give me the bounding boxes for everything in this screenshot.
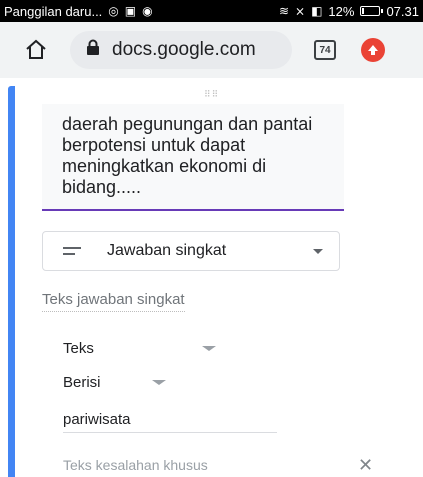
- data-icon: ◧: [311, 4, 323, 18]
- validation-condition-dropdown[interactable]: Berisi: [63, 374, 166, 391]
- battery-percent: 12%: [328, 3, 355, 19]
- tab-switcher-button[interactable]: 74: [314, 40, 336, 60]
- validation-type-dropdown[interactable]: Teks: [63, 340, 216, 357]
- chevron-down-icon: [202, 346, 216, 351]
- question-type-label: Jawaban singkat: [107, 242, 227, 259]
- address-bar[interactable]: docs.google.com: [70, 31, 292, 69]
- clock: 07.31: [386, 3, 419, 19]
- close-icon[interactable]: ✕: [358, 456, 373, 474]
- record-icon: ◉: [142, 4, 153, 18]
- home-icon[interactable]: [22, 36, 50, 64]
- form-editor: ⠿⠿ daerah pegunungan dan pantai berpoten…: [0, 78, 423, 477]
- question-title-input[interactable]: daerah pegunungan dan pantai berpotensi …: [42, 104, 344, 211]
- active-question-accent: [8, 86, 15, 477]
- url-text: docs.google.com: [112, 39, 256, 60]
- browser-toolbar: docs.google.com 74: [0, 22, 423, 78]
- chevron-down-icon: [313, 248, 323, 254]
- wifi-icon: ≋: [278, 4, 290, 18]
- question-type-dropdown[interactable]: Jawaban singkat: [42, 231, 340, 271]
- custom-error-input[interactable]: Teks kesalahan khusus: [63, 457, 333, 477]
- gallery-icon: ▣: [124, 4, 137, 18]
- lock-icon: [86, 39, 100, 61]
- no-signal-icon: ⨯: [295, 4, 306, 18]
- battery-icon: [360, 6, 384, 16]
- short-answer-icon: [63, 247, 81, 255]
- notification-text: Panggilan daru...: [4, 3, 103, 19]
- short-answer-placeholder: Teks jawaban singkat: [42, 291, 185, 312]
- red-extension-icon[interactable]: [361, 38, 385, 62]
- drag-handle-icon[interactable]: ⠿⠿: [204, 89, 219, 100]
- chevron-down-icon: [152, 380, 166, 385]
- validation-type-label: Teks: [63, 340, 94, 357]
- whatsapp-icon: ◎: [108, 4, 119, 18]
- validation-value-input[interactable]: pariwisata: [63, 411, 277, 433]
- status-bar: Panggilan daru... ◎ ▣ ◉ ≋ ⨯ ◧ 12% 07.31: [0, 0, 423, 22]
- validation-condition-label: Berisi: [63, 374, 101, 391]
